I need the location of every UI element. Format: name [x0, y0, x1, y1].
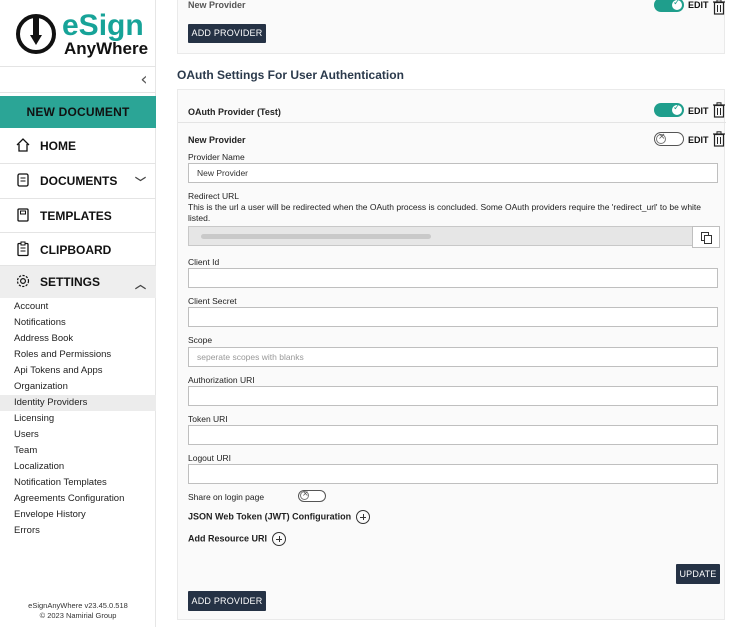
- edit-button[interactable]: EDIT: [688, 135, 709, 145]
- settings-item-licensing[interactable]: Licensing: [0, 411, 156, 427]
- provider-enable-toggle[interactable]: [654, 103, 684, 117]
- edit-button[interactable]: EDIT: [688, 0, 709, 10]
- add-provider-button[interactable]: ADD PROVIDER: [188, 24, 266, 43]
- sidebar-item-label: TEMPLATES: [40, 209, 112, 223]
- settings-item-roles[interactable]: Roles and Permissions: [0, 347, 156, 363]
- provider-enable-toggle[interactable]: [654, 0, 684, 12]
- logo-subtitle: AnyWhere: [64, 39, 149, 58]
- settings-item-errors[interactable]: Errors: [0, 523, 156, 539]
- section-title: OAuth Settings For User Authentication: [177, 68, 404, 82]
- copy-icon[interactable]: [692, 226, 720, 248]
- trash-icon[interactable]: [712, 131, 726, 147]
- settings-item-notifications[interactable]: Notifications: [0, 315, 156, 331]
- logout-uri-label: Logout URI: [188, 453, 231, 463]
- settings-item-envelope-history[interactable]: Envelope History: [0, 507, 156, 523]
- jwt-config-label: JSON Web Token (JWT) Configuration: [188, 511, 352, 522]
- trash-icon[interactable]: [712, 0, 726, 15]
- provider-name-label: Provider Name: [188, 152, 245, 162]
- main-content: New Provider EDIT ADD PROVIDER OAuth Set…: [156, 0, 732, 627]
- provider-row: New Provider EDIT: [178, 0, 726, 19]
- new-document-button[interactable]: NEW DOCUMENT: [0, 96, 156, 128]
- token-uri-label: Token URI: [188, 414, 228, 424]
- settings-item-account[interactable]: Account: [0, 299, 156, 315]
- scope-input[interactable]: seperate scopes with blanks: [188, 347, 718, 367]
- sidebar-item-clipboard[interactable]: CLIPBOARD: [0, 233, 156, 267]
- clipboard-icon: [14, 241, 32, 259]
- settings-item-agreements[interactable]: Agreements Configuration: [0, 491, 156, 507]
- settings-item-users[interactable]: Users: [0, 427, 156, 443]
- client-id-label: Client Id: [188, 257, 220, 267]
- edit-button[interactable]: EDIT: [688, 106, 709, 116]
- scope-label: Scope: [188, 335, 213, 345]
- home-icon: [14, 137, 32, 155]
- sidebar-item-label: DOCUMENTS: [40, 174, 118, 188]
- row-divider: [178, 122, 726, 123]
- brand-logo[interactable]: eSign AnyWhere: [10, 10, 150, 62]
- provider-title: New Provider: [188, 0, 246, 10]
- trash-icon[interactable]: [712, 102, 726, 118]
- redirect-url-input[interactable]: [188, 226, 700, 246]
- authorization-uri-input[interactable]: [188, 386, 718, 406]
- sidebar-item-label: CLIPBOARD: [40, 243, 112, 257]
- client-id-input[interactable]: [188, 268, 718, 288]
- add-circle-icon[interactable]: [271, 532, 286, 546]
- chevron-down-icon[interactable]: ﹀: [135, 174, 146, 190]
- oauth-providers-panel: OAuth Provider (Test) EDIT New Provider …: [177, 89, 726, 620]
- add-circle-icon[interactable]: [355, 510, 370, 524]
- settings-item-localization[interactable]: Localization: [0, 459, 156, 475]
- saml-providers-panel: New Provider EDIT ADD PROVIDER: [177, 0, 725, 54]
- logout-uri-input[interactable]: [188, 464, 718, 484]
- settings-submenu: Account Notifications Address Book Roles…: [0, 299, 156, 539]
- update-button[interactable]: UPDATE: [676, 564, 720, 584]
- client-secret-label: Client Secret: [188, 296, 237, 306]
- chevron-up-icon[interactable]: ︿: [135, 276, 146, 292]
- jwt-config-row: JSON Web Token (JWT) Configuration: [188, 510, 370, 524]
- add-provider-button[interactable]: ADD PROVIDER: [188, 591, 266, 611]
- provider-enable-toggle[interactable]: [654, 132, 684, 146]
- sidebar-item-home[interactable]: HOME: [0, 129, 156, 163]
- sidebar-item-label: SETTINGS: [40, 275, 101, 289]
- document-icon: [14, 172, 32, 190]
- client-secret-input[interactable]: [188, 307, 718, 327]
- sidebar-item-templates[interactable]: TEMPLATES: [0, 199, 156, 233]
- gear-icon: [14, 273, 32, 291]
- resource-uri-label: Add Resource URI: [188, 533, 268, 544]
- logo-pen-icon: [16, 14, 56, 54]
- share-login-toggle[interactable]: [298, 489, 326, 502]
- redirect-url-help: This is the url a user will be redirecte…: [188, 202, 702, 223]
- template-icon: [14, 207, 32, 225]
- share-login-label: Share on login page: [188, 492, 265, 502]
- redirect-url-label: Redirect URL: [188, 191, 240, 201]
- sidebar-divider: [0, 92, 156, 93]
- sidebar-item-documents[interactable]: DOCUMENTS ﹀: [0, 164, 156, 198]
- provider-title: OAuth Provider (Test): [188, 107, 281, 117]
- version-text: eSignAnyWhere v23.45.0.518: [28, 601, 128, 610]
- sidebar-item-label: HOME: [40, 139, 76, 153]
- app-root: eSign AnyWhere ‹ NEW DOCUMENT HOME DOCUM…: [0, 0, 732, 627]
- authorization-uri-label: Authorization URI: [188, 375, 255, 385]
- sidebar-item-settings[interactable]: SETTINGS ︿: [0, 266, 156, 298]
- copyright-text: © 2023 Namirial Group: [39, 611, 117, 620]
- logo-title: eSign: [62, 9, 144, 42]
- settings-item-organization[interactable]: Organization: [0, 379, 156, 395]
- provider-name-input[interactable]: New Provider: [188, 163, 718, 183]
- settings-item-address-book[interactable]: Address Book: [0, 331, 156, 347]
- sidebar: eSign AnyWhere ‹ NEW DOCUMENT HOME DOCUM…: [0, 0, 156, 627]
- provider-row-new: New Provider EDIT: [178, 126, 726, 154]
- token-uri-input[interactable]: [188, 425, 718, 445]
- settings-item-api-tokens[interactable]: Api Tokens and Apps: [0, 363, 156, 379]
- settings-item-team[interactable]: Team: [0, 443, 156, 459]
- settings-item-notification-templates[interactable]: Notification Templates: [0, 475, 156, 491]
- version-info: eSignAnyWhere v23.45.0.518 © 2023 Namiri…: [0, 601, 156, 621]
- chevron-left-icon[interactable]: ‹: [136, 70, 152, 90]
- resource-uri-row: Add Resource URI: [188, 532, 286, 546]
- provider-title: New Provider: [188, 135, 246, 145]
- sidebar-divider: [0, 66, 156, 67]
- redirect-url-value-redacted: [201, 234, 431, 239]
- settings-item-identity-providers[interactable]: Identity Providers: [0, 395, 156, 411]
